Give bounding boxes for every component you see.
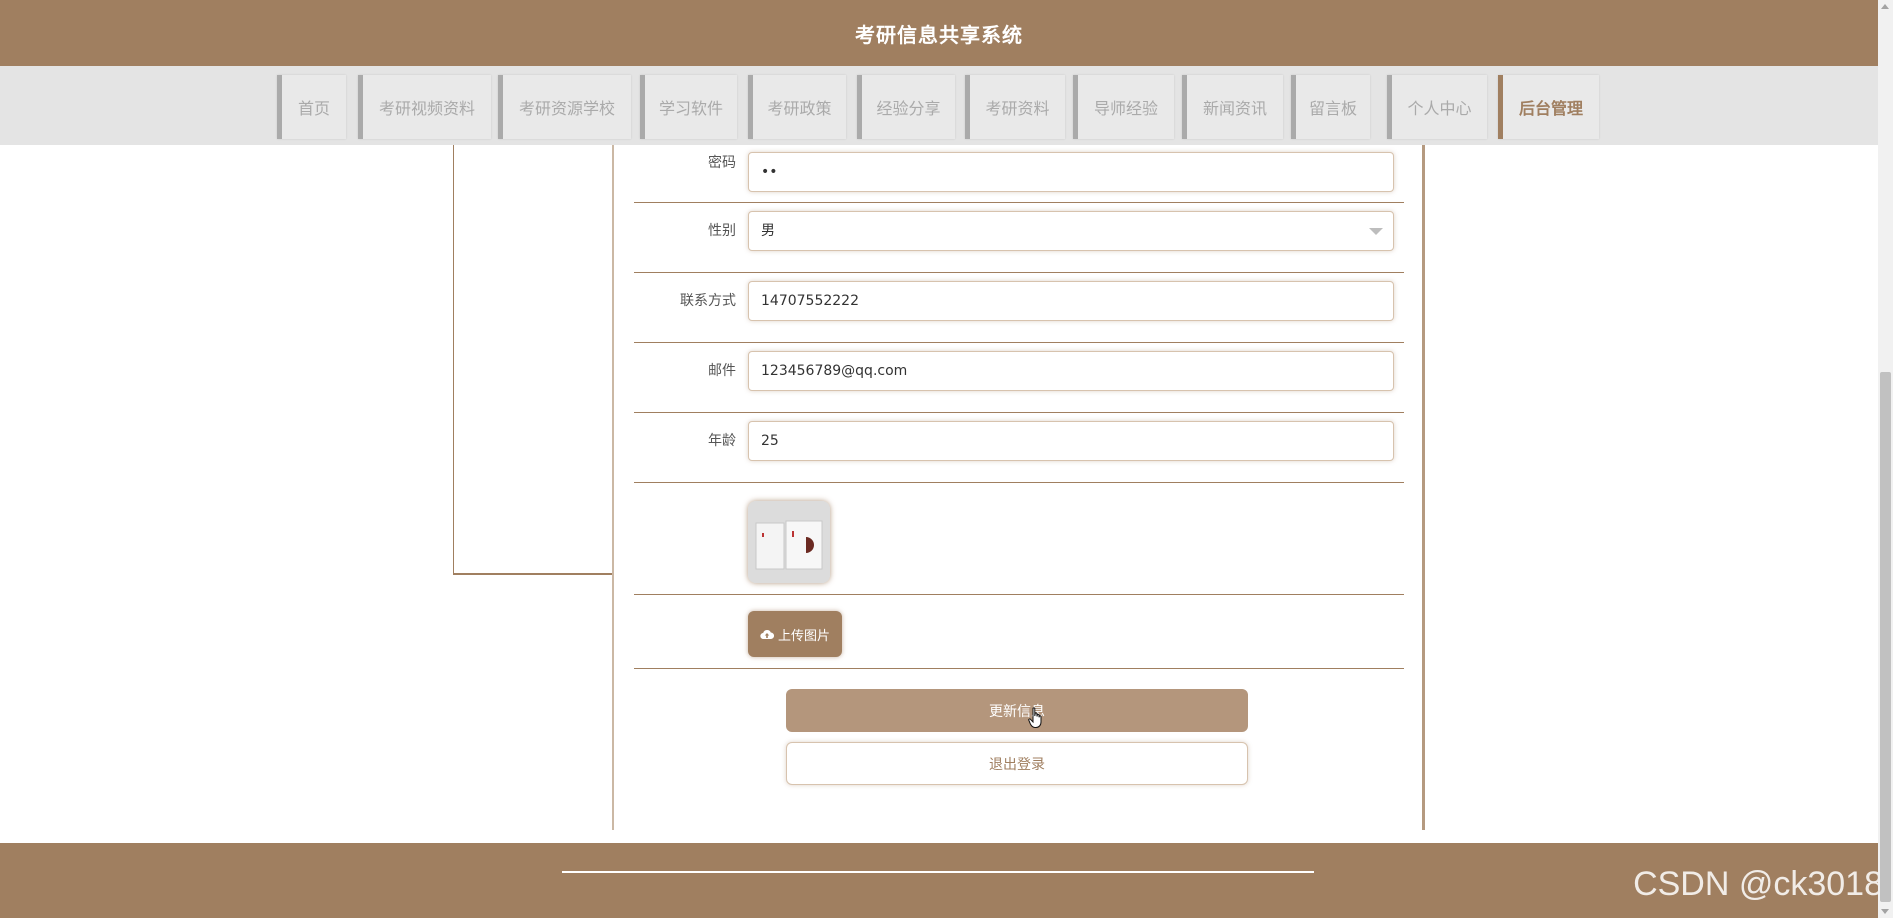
nav-item-experience[interactable]: 经验分享 (857, 75, 955, 139)
age-field[interactable]: 25 (748, 421, 1394, 461)
upload-image-label: 上传图片 (777, 628, 830, 644)
phone-row: 联系方式 14707552222 (634, 273, 1404, 343)
gender-value: 男 (761, 223, 775, 239)
site-header: 考研信息共享系统 (0, 0, 1878, 66)
nav-item-personal-center[interactable]: 个人中心 (1387, 75, 1487, 139)
age-label: 年龄 (708, 433, 736, 449)
scroll-up-arrow-icon[interactable] (1881, 4, 1889, 9)
logout-button[interactable]: 退出登录 (786, 742, 1248, 785)
password-label: 密码 (708, 155, 736, 171)
age-value: 25 (761, 433, 779, 449)
nav-item-schools[interactable]: 考研资源学校 (498, 75, 631, 139)
footer-divider (562, 871, 1314, 873)
nav-item-admin[interactable]: 后台管理 (1498, 75, 1599, 139)
nav-item-materials[interactable]: 考研资料 (965, 75, 1065, 139)
password-row: 密码 •• (634, 145, 1404, 203)
scroll-thumb[interactable] (1880, 372, 1891, 902)
site-footer (0, 843, 1878, 918)
email-field[interactable]: 123456789@qq.com (748, 351, 1394, 391)
logout-label: 退出登录 (989, 756, 1045, 773)
nav-item-home[interactable]: 首页 (277, 75, 346, 139)
nav-item-video-materials[interactable]: 考研视频资料 (358, 75, 491, 139)
email-row: 邮件 123456789@qq.com (634, 343, 1404, 413)
site-title: 考研信息共享系统 (855, 22, 1023, 47)
scroll-down-arrow-icon[interactable] (1881, 909, 1889, 914)
age-row: 年龄 25 (634, 413, 1404, 483)
password-value: •• (761, 164, 778, 180)
phone-value: 14707552222 (761, 293, 859, 309)
nav-item-software[interactable]: 学习软件 (640, 75, 737, 139)
avatar-image (748, 501, 830, 583)
phone-field[interactable]: 14707552222 (748, 281, 1394, 321)
avatar-row (634, 483, 1404, 595)
email-value: 123456789@qq.com (761, 363, 908, 379)
nav-item-message-board[interactable]: 留言板 (1291, 75, 1370, 139)
dropdown-arrow-icon (1369, 228, 1383, 235)
upload-row: 上传图片 (634, 595, 1404, 669)
side-panel (453, 145, 613, 575)
upload-image-button[interactable]: 上传图片 (748, 611, 842, 657)
nav-item-news[interactable]: 新闻资讯 (1182, 75, 1283, 139)
password-field[interactable]: •• (748, 152, 1394, 192)
hand-cursor-icon (1028, 707, 1042, 728)
email-label: 邮件 (708, 363, 736, 379)
gender-label: 性别 (708, 223, 736, 239)
nav-item-policy[interactable]: 考研政策 (748, 75, 846, 139)
avatar[interactable] (748, 501, 830, 583)
page-scrollbar[interactable] (1878, 0, 1893, 918)
gender-select[interactable]: 男 (748, 211, 1394, 251)
update-info-button[interactable]: 更新信息 (786, 689, 1248, 732)
nav-item-mentor[interactable]: 导师经验 (1073, 75, 1174, 139)
gender-row: 性别 男 (634, 203, 1404, 273)
cloud-upload-icon (760, 629, 774, 640)
watermark: CSDN @ck3018 (1633, 865, 1883, 903)
nav-bar: 首页 考研视频资料 考研资源学校 学习软件 考研政策 经验分享 考研资料 导师经… (0, 66, 1878, 145)
phone-label: 联系方式 (680, 293, 736, 309)
